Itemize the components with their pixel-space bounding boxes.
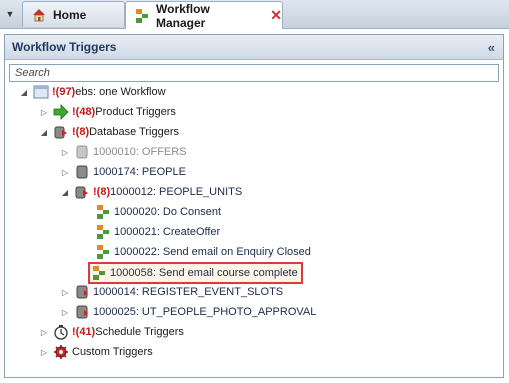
collapsed-arrow-icon[interactable]: ▷ [60, 307, 70, 317]
node-label: ebs: one Workflow [75, 86, 166, 98]
collapsed-arrow-icon[interactable]: ▷ [60, 167, 70, 177]
expanded-arrow-icon[interactable]: ◢ [19, 87, 29, 97]
node-label: 1000025: UT_PEOPLE_PHOTO_APPROVAL [93, 306, 317, 318]
node-label: 1000022: Send email on Enquiry Closed [114, 246, 311, 258]
tab-home[interactable]: Home [22, 1, 125, 27]
workflow-icon [134, 8, 150, 24]
error-count: !(48) [72, 106, 96, 118]
database-disabled-icon [74, 144, 90, 160]
error-count: !(8) [93, 186, 111, 198]
error-count: !(97) [52, 86, 76, 98]
tree-node-register-event-slots[interactable]: ▷ 1000014: REGISTER_EVENT_SLOTS [60, 283, 283, 301]
expanded-arrow-icon[interactable]: ◢ [60, 187, 70, 197]
tree-node-people-units[interactable]: ◢ !(8) 1000012: PEOPLE_UNITS [60, 183, 242, 201]
tree-node-people[interactable]: ▷ 1000174: PEOPLE [60, 163, 186, 181]
workflow-icon [91, 265, 107, 281]
panel-title: Workflow Triggers [12, 40, 117, 54]
collapsed-arrow-icon[interactable]: ▷ [60, 147, 70, 157]
database-icon [74, 184, 90, 200]
tab-workflow-manager[interactable]: Workflow Manager ✕ [125, 1, 283, 30]
node-label: Product Triggers [95, 106, 176, 118]
tree-node-custom-triggers[interactable]: ▷ Custom Triggers [39, 343, 153, 361]
close-icon[interactable]: ✕ [270, 7, 282, 24]
node-label: 1000058: Send email course complete [110, 267, 298, 279]
node-label: 1000014: REGISTER_EVENT_SLOTS [93, 286, 284, 298]
node-label: 1000020: Do Consent [114, 206, 222, 218]
node-label: Database Triggers [89, 126, 179, 138]
node-label: 1000174: PEOPLE [93, 166, 186, 178]
workflow-icon [95, 244, 111, 260]
arrow-right-icon [53, 104, 69, 120]
home-icon [31, 7, 47, 23]
collapse-panel-button[interactable]: « [488, 40, 495, 55]
tree-node-do-consent[interactable]: 1000020: Do Consent [95, 203, 221, 221]
node-label: 1000021: CreateOffer [114, 226, 221, 238]
tab-bar: ▼ Home Workflow Manager ✕ [0, 0, 509, 30]
panel-header: Workflow Triggers « [5, 35, 503, 60]
tab-dropdown-button[interactable]: ▼ [0, 1, 20, 27]
tree-node-create-offer[interactable]: 1000021: CreateOffer [95, 223, 220, 241]
tree-node-root[interactable]: ◢ !(97) ebs: one Workflow [19, 83, 166, 101]
error-count: !(41) [72, 326, 96, 338]
tree-node-course-complete[interactable]: 1000058: Send email course complete [88, 262, 303, 284]
database-icon [74, 164, 90, 180]
workflow-triggers-panel: Workflow Triggers « ◢ !(97) ebs: one Wor… [4, 34, 504, 378]
tree-node-product-triggers[interactable]: ▷ !(48) Product Triggers [39, 103, 176, 121]
node-label: Schedule Triggers [95, 326, 184, 338]
database-icon [74, 284, 90, 300]
collapsed-arrow-icon[interactable]: ▷ [60, 287, 70, 297]
node-label: 1000010: OFFERS [93, 146, 187, 158]
tab-workflow-manager-label: Workflow Manager [156, 1, 210, 30]
collapsed-arrow-icon[interactable]: ▷ [39, 327, 49, 337]
node-label: Custom Triggers [72, 346, 153, 358]
chevron-down-icon: ▼ [5, 9, 15, 19]
workflow-icon [95, 224, 111, 240]
search-input[interactable] [13, 66, 498, 80]
tree-node-enquiry-closed[interactable]: 1000022: Send email on Enquiry Closed [95, 243, 311, 261]
error-count: !(8) [72, 126, 90, 138]
clock-icon [53, 324, 69, 340]
tree-node-schedule-triggers[interactable]: ▷ !(41) Schedule Triggers [39, 323, 184, 341]
database-icon [53, 124, 69, 140]
collapsed-arrow-icon[interactable]: ▷ [39, 347, 49, 357]
tree-node-photo-approval[interactable]: ▷ 1000025: UT_PEOPLE_PHOTO_APPROVAL [60, 303, 316, 321]
database-icon [74, 304, 90, 320]
tab-home-label: Home [53, 7, 87, 22]
node-label: 1000012: PEOPLE_UNITS [110, 186, 243, 198]
gear-icon [53, 344, 69, 360]
collapsed-arrow-icon[interactable]: ▷ [39, 107, 49, 117]
workflow-icon [95, 204, 111, 220]
tree-node-database-triggers[interactable]: ◢ !(8) Database Triggers [39, 123, 179, 141]
tree-node-offers[interactable]: ▷ 1000010: OFFERS [60, 143, 187, 161]
workflow-folder-icon [33, 84, 49, 100]
expanded-arrow-icon[interactable]: ◢ [39, 127, 49, 137]
search-box [9, 64, 499, 82]
